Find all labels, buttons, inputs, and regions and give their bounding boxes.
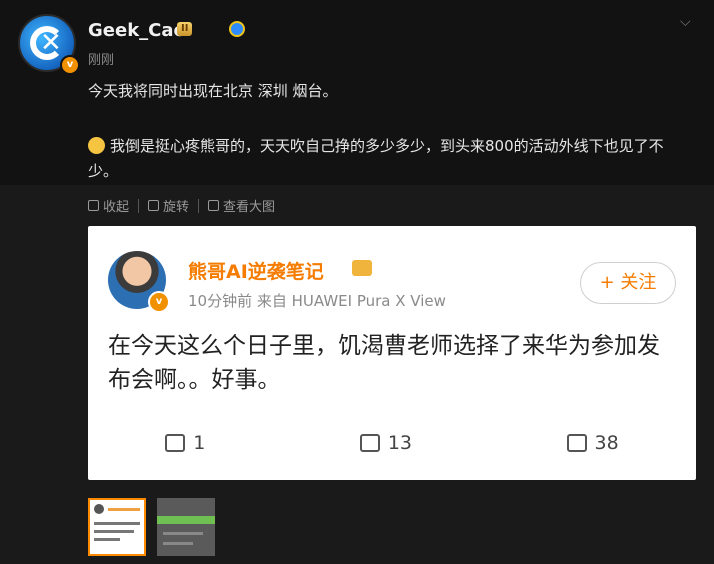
card-repost: 1 bbox=[165, 432, 205, 454]
card-crown-icon bbox=[352, 260, 372, 276]
thumbnail-line bbox=[163, 542, 193, 545]
verified-v-icon: v bbox=[60, 55, 80, 75]
rotate-button[interactable]: 旋转 bbox=[148, 196, 189, 215]
card-meta: 10分钟前 来自 HUAWEI Pura X View bbox=[188, 292, 446, 310]
collapse-button[interactable]: 收起 bbox=[88, 196, 129, 215]
card-comment: 13 bbox=[359, 432, 413, 454]
view-large-label: 查看大图 bbox=[223, 200, 276, 215]
post-text-line2: 我倒是挺心疼熊哥的，天天吹自己挣的多少多少，到头来800的活动外线下也见了不少。 bbox=[88, 134, 688, 184]
card-footer: 1 13 38 bbox=[88, 426, 696, 460]
post-text-line1: 今天我将同时出现在北京 深圳 烟台。 bbox=[88, 82, 338, 100]
thumbnail-line bbox=[94, 530, 134, 533]
card-like: 38 bbox=[566, 432, 619, 454]
thumbnail-line bbox=[163, 532, 203, 535]
avatar-logo-x: ✕ bbox=[40, 28, 62, 58]
thumbnail-avatar bbox=[94, 504, 104, 514]
card-author-name: 熊哥AI逆袭笔记 bbox=[188, 261, 324, 283]
card-text: 在今天这么个日子里，饥渴曹老师选择了来华为参加发布会啊。。好事。 bbox=[108, 333, 660, 393]
image-thumbnail-2[interactable] bbox=[157, 498, 215, 556]
card-verified-v-icon: v bbox=[148, 291, 170, 313]
view-large-icon bbox=[208, 200, 220, 211]
username[interactable]: Geek_Cao bbox=[88, 20, 186, 41]
thumbnail-line bbox=[94, 538, 120, 541]
repost-count: 1 bbox=[193, 432, 206, 454]
like-icon bbox=[566, 434, 587, 452]
collapse-label: 收起 bbox=[103, 200, 130, 215]
post-time: 刚刚 bbox=[88, 53, 115, 68]
thumbnail-bar bbox=[157, 516, 215, 524]
repost-icon bbox=[165, 434, 186, 452]
comment-count: 13 bbox=[387, 432, 413, 454]
divider bbox=[198, 198, 200, 213]
rotate-icon bbox=[148, 200, 160, 211]
crying-emoji-icon bbox=[88, 137, 105, 154]
collapse-icon bbox=[88, 200, 99, 211]
level-crown-badge: II bbox=[177, 22, 193, 36]
image-actions-bar: 收起 旋转 查看大图 bbox=[88, 196, 275, 215]
view-large-button[interactable]: 查看大图 bbox=[208, 196, 275, 215]
chevron-down-icon[interactable]: ⌵ bbox=[680, 14, 691, 30]
card-follow-button: + 关注 bbox=[580, 262, 676, 304]
verified-blue-icon bbox=[229, 21, 245, 37]
post-text-line2-content: 我倒是挺心疼熊哥的，天天吹自己挣的多少多少，到头来800的活动外线下也见了不少。 bbox=[88, 137, 664, 180]
rotate-label: 旋转 bbox=[163, 200, 190, 215]
image-thumbnail-1[interactable] bbox=[88, 498, 146, 556]
comment-icon bbox=[359, 434, 380, 452]
thumbnail-line bbox=[94, 522, 140, 525]
thumbnail-line bbox=[108, 508, 140, 511]
divider bbox=[138, 198, 140, 213]
embedded-screenshot-card[interactable]: v 熊哥AI逆袭笔记 10分钟前 来自 HUAWEI Pura X View +… bbox=[88, 226, 696, 480]
like-count: 38 bbox=[594, 432, 619, 454]
